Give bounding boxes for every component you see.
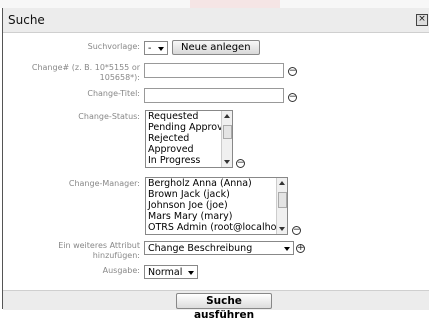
change-manager-listbox[interactable]: Bergholz Anna (Anna) Brown Jack (jack) J… — [145, 177, 288, 235]
add-attribute-select[interactable]: Change Beschreibung — [144, 241, 294, 255]
change-number-label-2: 105658*): — [99, 73, 140, 82]
chevron-down-icon — [188, 271, 194, 275]
minus-circle-icon[interactable]: − — [236, 159, 245, 168]
minus-circle-icon[interactable]: − — [288, 93, 297, 102]
output-select[interactable]: Normal — [144, 265, 198, 279]
add-attribute-select-value: Change Beschreibung — [148, 243, 253, 254]
add-attribute-label-2: hinzufügen: — [92, 251, 140, 260]
template-select-value: - — [148, 43, 152, 54]
change-title-label: Change-Titel: — [87, 89, 140, 98]
template-label: Suchvorlage: — [87, 42, 140, 51]
dialog-title: Suche — [8, 13, 45, 27]
chevron-down-icon — [284, 247, 290, 251]
run-search-button[interactable]: Suche ausführen — [176, 293, 272, 321]
scroll-up-icon[interactable] — [224, 114, 230, 118]
close-icon[interactable]: × — [416, 14, 428, 26]
scroll-up-icon[interactable] — [279, 181, 285, 185]
change-status-listbox[interactable]: Requested Pending Approval Rejected Appr… — [145, 110, 233, 168]
list-item[interactable]: Pending Approval — [146, 122, 232, 133]
template-select[interactable]: - — [144, 41, 168, 55]
change-title-input[interactable] — [144, 88, 284, 103]
change-number-input[interactable] — [144, 63, 284, 78]
dialog-titlebar: Suche × — [3, 8, 429, 33]
list-item[interactable]: In Progress — [146, 155, 232, 166]
output-select-value: Normal — [148, 267, 183, 278]
list-item[interactable]: Bergholz Anna (Anna) — [146, 178, 287, 189]
add-attribute-label-1: Ein weiteres Attribut — [58, 241, 140, 250]
minus-circle-icon[interactable]: − — [288, 67, 297, 76]
manager-scrollbar[interactable] — [276, 178, 287, 234]
list-item[interactable]: Approved — [146, 144, 232, 155]
list-item[interactable]: Brown Jack (jack) — [146, 189, 287, 200]
search-dialog: Suche × Suchvorlage: - Neue anlegen Chan… — [2, 8, 429, 321]
scroll-thumb[interactable] — [278, 192, 287, 208]
chevron-down-icon — [158, 47, 164, 51]
scroll-down-icon[interactable] — [279, 227, 285, 231]
list-item[interactable]: Mars Mary (mary) — [146, 211, 287, 222]
output-label: Ausgabe: — [102, 266, 140, 275]
change-number-label-1: Change# (z. B. 10*5155 or — [31, 63, 140, 72]
scroll-thumb[interactable] — [223, 125, 232, 139]
minus-circle-icon[interactable]: − — [292, 226, 301, 235]
new-template-button[interactable]: Neue anlegen — [172, 40, 260, 55]
change-manager-label: Change-Manager: — [68, 179, 140, 188]
plus-circle-icon[interactable]: + — [296, 244, 305, 253]
top-accent — [190, 0, 280, 8]
list-item[interactable]: OTRS Admin (root@localhost) — [146, 222, 287, 233]
list-item[interactable]: Johnson Joe (joe) — [146, 200, 287, 211]
dialog-footer: Suche ausführen — [3, 290, 429, 321]
status-scrollbar[interactable] — [221, 111, 232, 167]
scroll-down-icon[interactable] — [224, 160, 230, 164]
list-item[interactable]: Rejected — [146, 133, 232, 144]
list-item[interactable]: Requested — [146, 111, 232, 122]
change-status-label: Change-Status: — [78, 112, 140, 121]
page-top-strip — [0, 0, 429, 8]
